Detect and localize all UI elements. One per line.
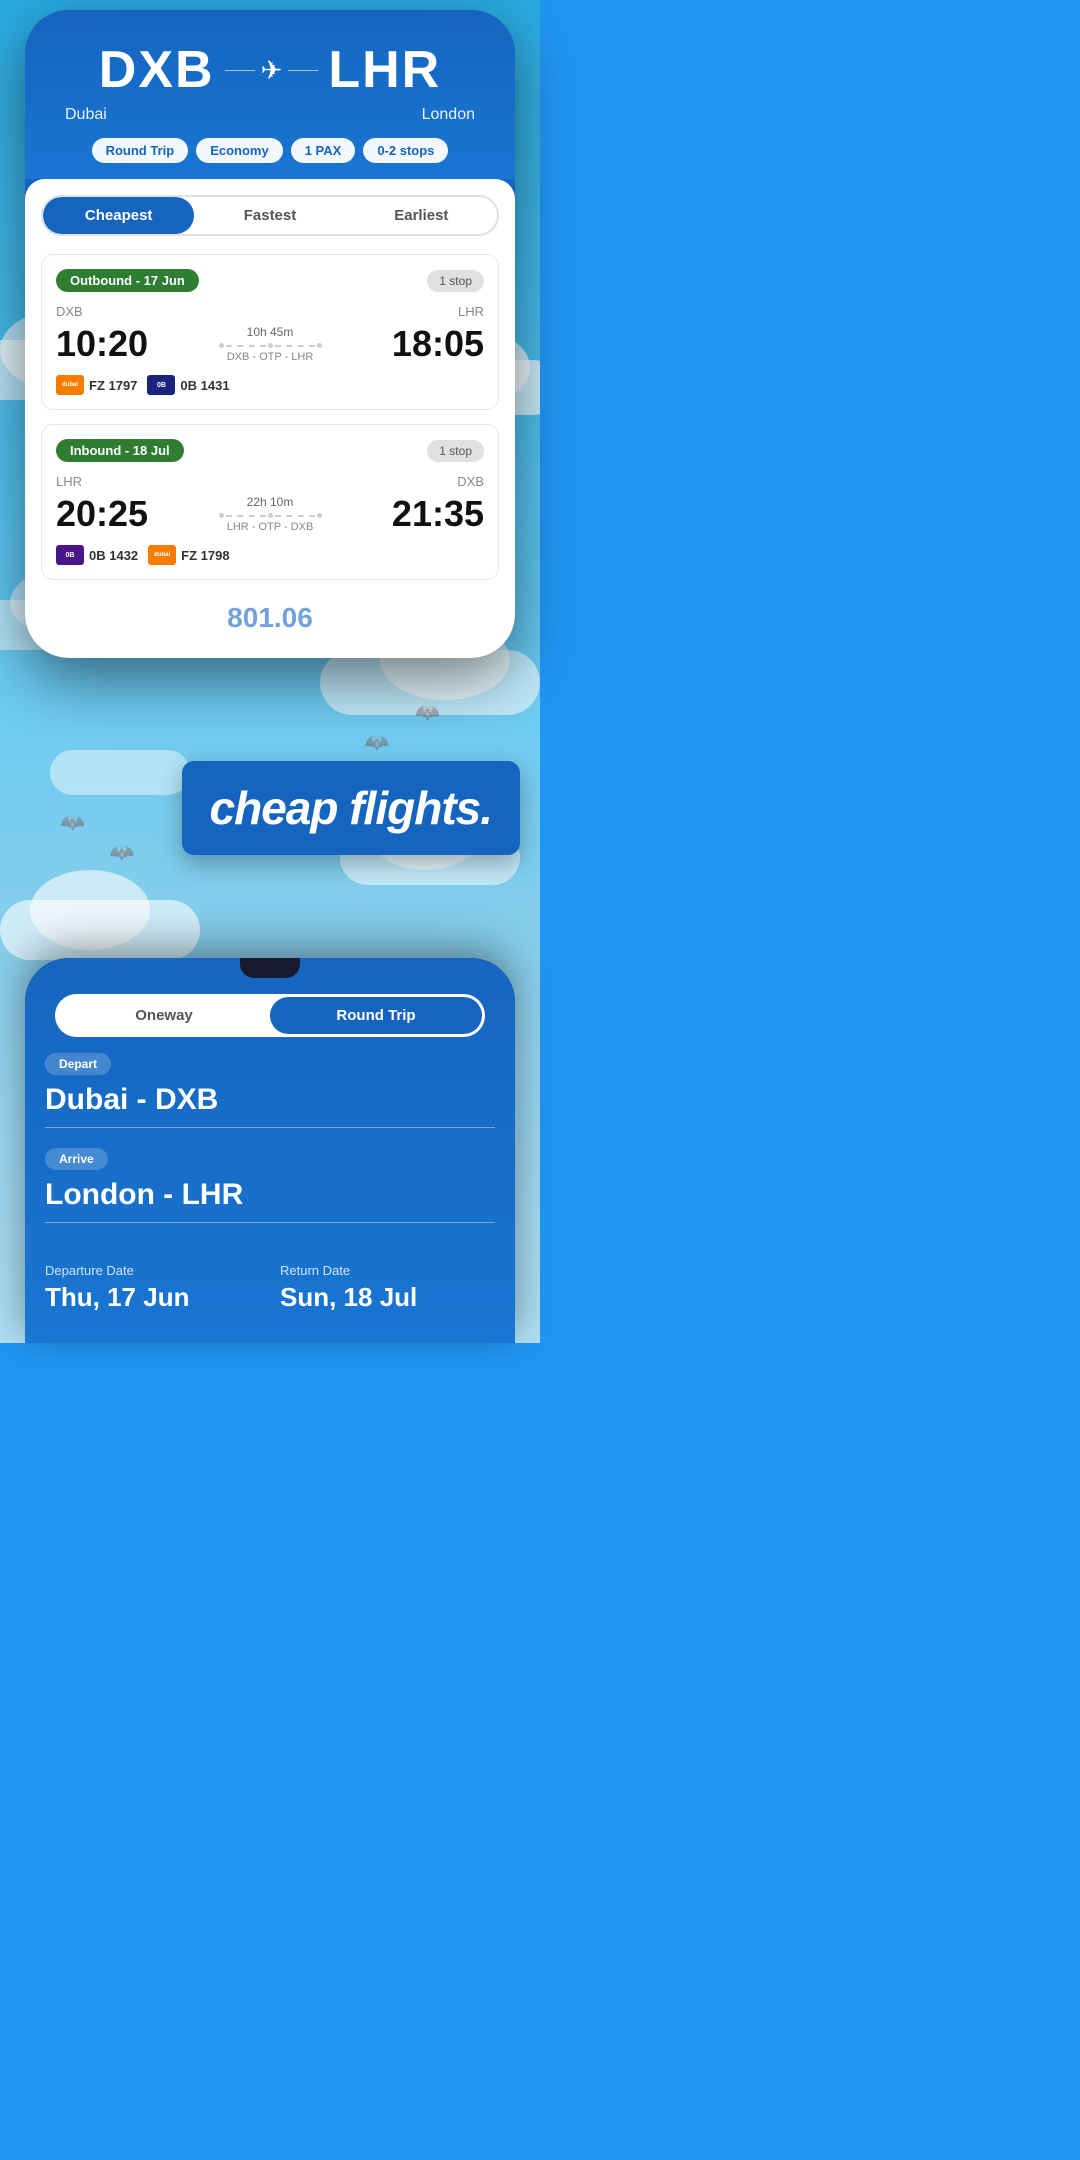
airport-names: Dubai London (45, 106, 495, 124)
inbound-duration: 22h 10m (148, 495, 392, 509)
outbound-segment[interactable]: Outbound - 17 Jun 1 stop DXB LHR 10:20 1… (41, 254, 499, 410)
origin-code: DXB (99, 40, 215, 100)
inbound-airline1-logo: 0B (56, 545, 84, 565)
inbound-arrival: 21:35 (392, 493, 484, 535)
toggle-round-trip[interactable]: Round Trip (270, 997, 482, 1034)
departure-date-value[interactable]: Thu, 17 Jun (45, 1282, 260, 1313)
destination-city: London (422, 106, 475, 124)
phone-mockup-2: Oneway Round Trip Depart Dubai - DXB Arr… (0, 958, 540, 1343)
inbound-header: Inbound - 18 Jul 1 stop (56, 439, 484, 462)
inbound-airline-2: dubai FZ 1798 (148, 545, 229, 565)
depart-field[interactable]: Depart Dubai - DXB (45, 1053, 495, 1128)
inbound-segment[interactable]: Inbound - 18 Jul 1 stop LHR DXB 20:25 22… (41, 424, 499, 580)
airline2-flight: 0B 1431 (180, 378, 229, 393)
airline1-logo: dubai (56, 375, 84, 395)
inbound-airline2-flight: FZ 1798 (181, 548, 229, 563)
tagline-box: cheap flights. (182, 761, 520, 855)
toggle-oneway[interactable]: Oneway (58, 997, 270, 1034)
outbound-route-info: 10h 45m DXB - OTP - LHR (148, 325, 392, 363)
sort-tabs: Cheapest Fastest Earliest (41, 195, 499, 236)
outbound-destination: LHR (458, 304, 484, 319)
inbound-stops: 1 stop (427, 440, 484, 462)
price-preview: 801.06 (41, 594, 499, 642)
airline2-logo: 0B (147, 375, 175, 395)
arrive-field[interactable]: Arrive London - LHR (45, 1148, 495, 1223)
outbound-arrival: 18:05 (392, 323, 484, 365)
search-form: Depart Dubai - DXB Arrive London - LHR (25, 1053, 515, 1263)
pax-tag[interactable]: 1 PAX (291, 138, 356, 163)
plane-icon: ✈ (261, 55, 283, 86)
trip-type-toggle[interactable]: Oneway Round Trip (55, 994, 485, 1037)
inbound-label: Inbound - 18 Jul (56, 439, 184, 462)
outbound-airline-1: dubai FZ 1797 (56, 375, 137, 395)
tagline-section: cheap flights. (0, 658, 540, 958)
inbound-route: LHR - OTP - DXB (148, 521, 392, 533)
flight-route: DXB ✈ LHR (45, 30, 495, 106)
return-date-field[interactable]: Return Date Sun, 18 Jul (280, 1263, 495, 1313)
dates-row: Departure Date Thu, 17 Jun Return Date S… (25, 1263, 515, 1313)
arrive-value[interactable]: London - LHR (45, 1178, 495, 1223)
outbound-route: DXB - OTP - LHR (148, 351, 392, 363)
inbound-airlines: 0B 0B 1432 dubai FZ 1798 (56, 545, 484, 565)
inbound-times: 20:25 22h 10m LHR - OTP - DXB (56, 493, 484, 535)
inbound-airline1-flight: 0B 1432 (89, 548, 138, 563)
outbound-header: Outbound - 17 Jun 1 stop (56, 269, 484, 292)
tagline-text: cheap flights. (210, 782, 492, 834)
outbound-airports-row: DXB LHR (56, 304, 484, 319)
destination-code: LHR (328, 40, 441, 100)
inbound-departure: 20:25 (56, 493, 148, 535)
inbound-airline2-logo: dubai (148, 545, 176, 565)
stops-tag[interactable]: 0-2 stops (363, 138, 448, 163)
phone-notch (240, 958, 300, 978)
outbound-origin: DXB (56, 304, 83, 319)
outbound-times: 10:20 10h 45m DXB - OTP - LHR (56, 323, 484, 365)
depart-label: Depart (45, 1053, 111, 1075)
departure-date-field[interactable]: Departure Date Thu, 17 Jun (45, 1263, 260, 1313)
return-date-value[interactable]: Sun, 18 Jul (280, 1282, 495, 1313)
flight-header: DXB ✈ LHR Dubai London Round Trip Econom… (25, 10, 515, 179)
outbound-airlines: dubai FZ 1797 0B 0B 1431 (56, 375, 484, 395)
phone-mockup-1: DXB ✈ LHR Dubai London Round Trip Econom… (0, 0, 540, 658)
outbound-label: Outbound - 17 Jun (56, 269, 199, 292)
inbound-route-info: 22h 10m LHR - OTP - DXB (148, 495, 392, 533)
inbound-airports-row: LHR DXB (56, 474, 484, 489)
depart-value[interactable]: Dubai - DXB (45, 1083, 495, 1128)
cabin-tag[interactable]: Economy (196, 138, 283, 163)
outbound-airline-2: 0B 0B 1431 (147, 375, 229, 395)
inbound-destination: DXB (457, 474, 484, 489)
origin-city: Dubai (65, 106, 107, 124)
tab-earliest[interactable]: Earliest (346, 197, 497, 234)
inbound-origin: LHR (56, 474, 82, 489)
inbound-airline-1: 0B 0B 1432 (56, 545, 138, 565)
tab-fastest[interactable]: Fastest (194, 197, 345, 234)
results-card: Cheapest Fastest Earliest Outbound - 17 … (25, 179, 515, 658)
outbound-duration: 10h 45m (148, 325, 392, 339)
departure-date-label: Departure Date (45, 1263, 260, 1278)
tab-cheapest[interactable]: Cheapest (43, 197, 194, 234)
trip-type-tag[interactable]: Round Trip (92, 138, 189, 163)
return-date-label: Return Date (280, 1263, 495, 1278)
airline1-flight: FZ 1797 (89, 378, 137, 393)
outbound-departure: 10:20 (56, 323, 148, 365)
flight-tags: Round Trip Economy 1 PAX 0-2 stops (45, 138, 495, 179)
outbound-stops: 1 stop (427, 270, 484, 292)
arrive-label: Arrive (45, 1148, 108, 1170)
